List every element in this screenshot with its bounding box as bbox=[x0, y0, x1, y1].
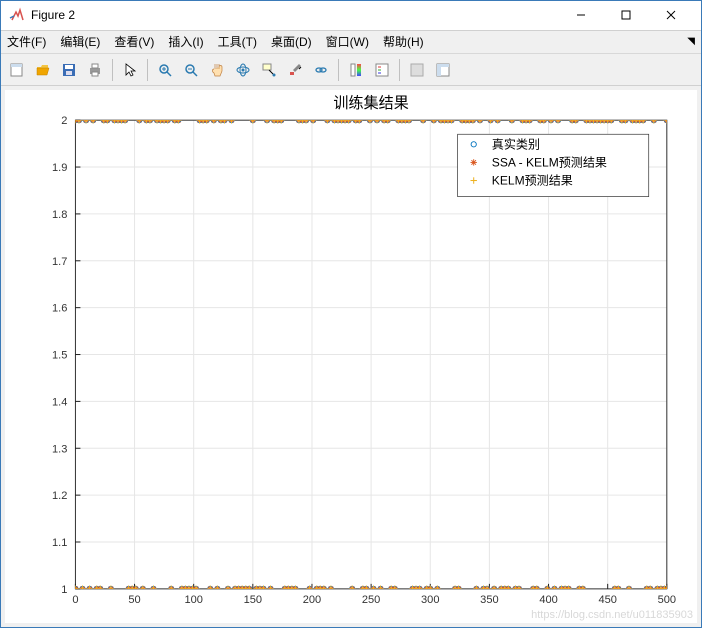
toolbar-sep bbox=[399, 59, 400, 81]
menu-tools[interactable]: 工具(T) bbox=[218, 33, 257, 50]
svg-text:50: 50 bbox=[128, 594, 140, 606]
data-cursor-icon[interactable] bbox=[257, 58, 281, 82]
pan-icon[interactable] bbox=[205, 58, 229, 82]
rotate-3d-icon[interactable] bbox=[231, 58, 255, 82]
insert-legend-icon[interactable] bbox=[370, 58, 394, 82]
svg-text:1.4: 1.4 bbox=[52, 396, 67, 408]
toolbar-sep bbox=[112, 59, 113, 81]
chart-title: 训练集结果 bbox=[333, 95, 408, 112]
svg-text:450: 450 bbox=[598, 594, 616, 606]
x-axis: 0 50 100 150 200 250 300 350 400 450 500 bbox=[72, 584, 676, 606]
zoom-in-icon[interactable] bbox=[153, 58, 177, 82]
svg-text:2: 2 bbox=[61, 115, 67, 127]
link-data-icon[interactable] bbox=[309, 58, 333, 82]
menu-window[interactable]: 窗口(W) bbox=[326, 33, 369, 50]
svg-text:0: 0 bbox=[72, 594, 78, 606]
menu-help[interactable]: 帮助(H) bbox=[383, 33, 424, 50]
figure-window: Figure 2 文件(F) 编辑(E) 查看(V) 插入(I) 工具(T) 桌… bbox=[0, 0, 702, 628]
chart-svg: 训练集结果05010015020025030035040045050011.11… bbox=[5, 90, 697, 623]
svg-text:400: 400 bbox=[539, 594, 557, 606]
svg-text:1.5: 1.5 bbox=[52, 349, 67, 361]
svg-text:350: 350 bbox=[480, 594, 498, 606]
title-bar: Figure 2 bbox=[1, 1, 701, 31]
menu-bar: 文件(F) 编辑(E) 查看(V) 插入(I) 工具(T) 桌面(D) 窗口(W… bbox=[1, 31, 701, 55]
menu-insert[interactable]: 插入(I) bbox=[168, 33, 203, 50]
maximize-button[interactable] bbox=[603, 1, 648, 29]
y-axis: 1 1.1 1.2 1.3 1.4 1.5 1.6 1.7 1.8 1.9 2 bbox=[52, 115, 80, 596]
save-icon[interactable] bbox=[57, 58, 81, 82]
menu-desktop[interactable]: 桌面(D) bbox=[271, 33, 312, 50]
toolbar bbox=[1, 54, 701, 86]
hide-plot-tools-icon[interactable] bbox=[405, 58, 429, 82]
new-figure-icon[interactable] bbox=[5, 58, 29, 82]
figure-area: 训练集结果05010015020025030035040045050011.11… bbox=[1, 86, 701, 627]
zoom-out-icon[interactable] bbox=[179, 58, 203, 82]
svg-text:150: 150 bbox=[244, 594, 262, 606]
svg-text:1.2: 1.2 bbox=[52, 490, 67, 502]
menu-view[interactable]: 查看(V) bbox=[114, 33, 154, 50]
window-buttons bbox=[558, 1, 693, 29]
svg-text:1: 1 bbox=[61, 584, 67, 596]
svg-text:500: 500 bbox=[658, 594, 676, 606]
svg-text:300: 300 bbox=[421, 594, 439, 606]
axes-canvas: 训练集结果05010015020025030035040045050011.11… bbox=[5, 90, 697, 623]
legend-entry-0: 真实类别 bbox=[492, 136, 540, 151]
menu-dropdown-icon[interactable]: ◥ bbox=[687, 36, 695, 47]
svg-text:1.8: 1.8 bbox=[52, 209, 67, 221]
matlab-logo-icon bbox=[9, 7, 25, 23]
svg-text:1.6: 1.6 bbox=[52, 303, 67, 315]
pointer-icon[interactable] bbox=[118, 58, 142, 82]
svg-text:1.9: 1.9 bbox=[52, 162, 67, 174]
close-button[interactable] bbox=[648, 1, 693, 29]
svg-text:200: 200 bbox=[303, 594, 321, 606]
minimize-button[interactable] bbox=[558, 1, 603, 29]
svg-text:1.1: 1.1 bbox=[52, 537, 67, 549]
show-plot-tools-icon[interactable] bbox=[431, 58, 455, 82]
toolbar-sep bbox=[338, 59, 339, 81]
watermark-text: https://blog.csdn.net/u011835903 bbox=[531, 609, 693, 621]
legend-entry-1: SSA - KELM预测结果 bbox=[492, 155, 607, 169]
menu-file[interactable]: 文件(F) bbox=[7, 33, 46, 50]
svg-text:1.7: 1.7 bbox=[52, 256, 67, 268]
toolbar-sep bbox=[147, 59, 148, 81]
brush-icon[interactable] bbox=[283, 58, 307, 82]
svg-text:100: 100 bbox=[184, 594, 202, 606]
menu-edit[interactable]: 编辑(E) bbox=[60, 33, 100, 50]
svg-text:250: 250 bbox=[362, 594, 380, 606]
window-title: Figure 2 bbox=[31, 8, 558, 22]
legend-entry-2: KELM预测结果 bbox=[492, 173, 573, 187]
legend[interactable]: 真实类别 SSA - KELM预测结果 KELM预测结果 bbox=[458, 134, 649, 196]
insert-colorbar-icon[interactable] bbox=[344, 58, 368, 82]
svg-text:1.3: 1.3 bbox=[52, 443, 67, 455]
open-icon[interactable] bbox=[31, 58, 55, 82]
print-icon[interactable] bbox=[83, 58, 107, 82]
